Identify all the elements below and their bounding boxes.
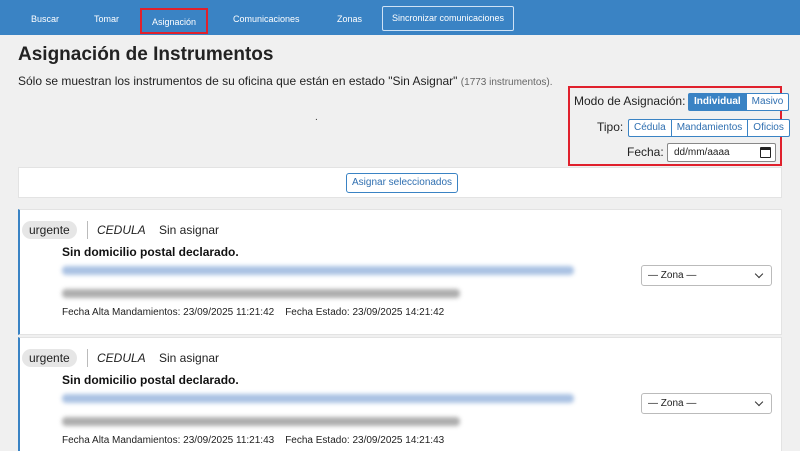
instrument-count: (1773 instrumentos). (460, 77, 553, 88)
instrument-address: Sin domicilio postal declarado. (62, 373, 239, 387)
redacted-case-link[interactable] (62, 266, 574, 275)
type-oficios-button[interactable]: Oficios (748, 119, 790, 137)
instrument-state: Sin asignar (159, 223, 220, 237)
instrument-type: CEDULA (97, 223, 146, 237)
mode-label: Modo de Asignación: (574, 94, 686, 108)
type-cedula-button[interactable]: Cédula (628, 119, 672, 137)
date-placeholder: dd/mm/aaaa (674, 147, 730, 158)
chevron-down-icon (754, 269, 764, 279)
zona-select-value: — Zona — (648, 270, 697, 281)
assign-selected-button[interactable]: Asignar seleccionados (346, 173, 459, 193)
nav-item-buscar[interactable]: Buscar (31, 9, 59, 29)
page-title: Asignación de Instrumentos (18, 44, 274, 65)
redacted-case-link[interactable] (62, 394, 574, 403)
type-filter-group: Cédula Mandamientos Oficios (628, 119, 790, 137)
divider (87, 349, 88, 367)
instrument-dates: Fecha Alta Mandamientos: 23/09/2025 11:2… (62, 435, 444, 446)
divider (87, 221, 88, 239)
priority-badge: urgente (22, 349, 77, 367)
assign-bar: Asignar seleccionados (18, 167, 782, 198)
subtitle-text: Sólo se muestran los instrumentos de su … (18, 74, 458, 88)
assignment-options-panel: Modo de Asignación: Individual Masivo Ti… (568, 86, 790, 166)
nav-item-asignacion[interactable]: Asignación (140, 8, 209, 34)
redacted-court-name (62, 417, 460, 426)
nav-item-zonas[interactable]: Zonas (337, 9, 362, 29)
date-field[interactable]: dd/mm/aaaa (667, 143, 776, 162)
fecha-estado: Fecha Estado: 23/09/2025 14:21:42 (285, 307, 445, 318)
fecha-alta: Fecha Alta Mandamientos: 23/09/2025 11:2… (62, 307, 275, 318)
mode-individual-button[interactable]: Individual (688, 93, 747, 111)
sync-communications-button[interactable]: Sincronizar comunicaciones (382, 6, 515, 31)
stray-dot: . (315, 112, 318, 123)
instrument-type: CEDULA (97, 351, 146, 365)
top-nav-bar: Buscar Tomar Asignación Comunicaciones Z… (0, 0, 800, 35)
zona-select-value: — Zona — (648, 398, 697, 409)
instrument-card[interactable]: urgente CEDULA Sin asignar Sin domicilio… (18, 337, 782, 451)
priority-badge: urgente (22, 221, 77, 239)
instrument-address: Sin domicilio postal declarado. (62, 245, 239, 259)
mode-masivo-button[interactable]: Masivo (746, 93, 790, 111)
redacted-court-name (62, 289, 460, 298)
chevron-down-icon (754, 397, 764, 407)
nav-item-tomar[interactable]: Tomar (94, 9, 119, 29)
calendar-icon[interactable] (760, 147, 771, 158)
mode-toggle-group: Individual Masivo (688, 93, 790, 111)
zona-select[interactable]: — Zona — (641, 393, 772, 414)
zona-select[interactable]: — Zona — (641, 265, 772, 286)
fecha-alta: Fecha Alta Mandamientos: 23/09/2025 11:2… (62, 435, 275, 446)
date-label: Fecha: (627, 145, 664, 159)
instrument-card[interactable]: urgente CEDULA Sin asignar Sin domicilio… (18, 209, 782, 335)
instrument-state: Sin asignar (159, 351, 220, 365)
fecha-estado: Fecha Estado: 23/09/2025 14:21:43 (285, 435, 445, 446)
type-label: Tipo: (597, 120, 624, 134)
type-mandamientos-button[interactable]: Mandamientos (671, 119, 749, 137)
page-subtitle: Sólo se muestran los instrumentos de su … (18, 74, 553, 88)
nav-item-comunicaciones[interactable]: Comunicaciones (233, 9, 300, 29)
instrument-dates: Fecha Alta Mandamientos: 23/09/2025 11:2… (62, 307, 444, 318)
